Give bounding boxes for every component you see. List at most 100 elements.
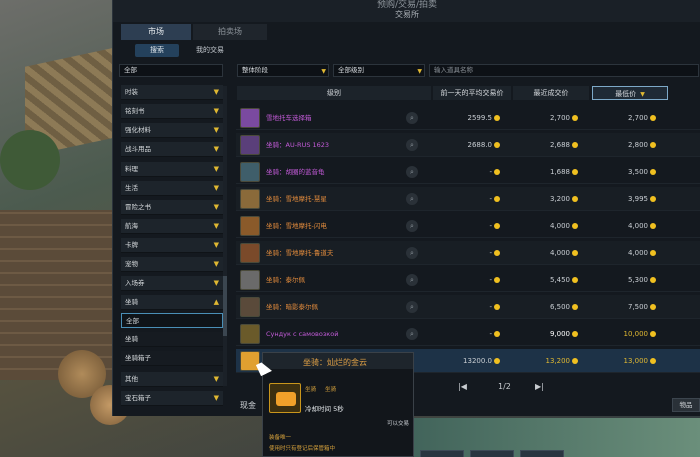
magnify-icon[interactable]: ⌕ xyxy=(406,301,418,313)
sidebar-item-label: 战斗用品 xyxy=(125,145,151,153)
recent-price: 2,688 xyxy=(549,141,570,149)
item-tooltip: 坐骑：灿烂的金云 坐骑 坐骑 冷却时间 5秒 可以交易 装备唯一 使用时只有登记… xyxy=(262,352,414,457)
avg-price-cell: 13200.0 xyxy=(428,349,500,373)
bottom-button-1[interactable] xyxy=(420,450,464,457)
sidebar-item-label: 其他 xyxy=(125,375,138,383)
lowest-price: 2,800 xyxy=(627,141,648,149)
gold-coin-icon xyxy=(572,250,578,256)
category-scrollbar[interactable] xyxy=(223,86,227,386)
avg-price-cell: 2599.5 xyxy=(428,106,500,130)
sidebar-item-11[interactable]: 坐骑 ▲ xyxy=(121,295,223,310)
magnify-icon[interactable]: ⌕ xyxy=(406,328,418,340)
sidebar-item-3[interactable]: 战斗用品 ▼ xyxy=(121,142,223,157)
lowest-price: 5,300 xyxy=(627,276,648,284)
tab-market[interactable]: 市场 xyxy=(121,24,191,40)
item-name: 坐骑：雪地摩托-闪电 xyxy=(266,222,327,230)
gold-coin-icon xyxy=(494,223,500,229)
magnify-icon[interactable]: ⌕ xyxy=(406,166,418,178)
table-row[interactable]: 坐骑：泰尔佩 ⌕ - 5,450 5,300 xyxy=(236,268,700,292)
item-icon xyxy=(240,243,260,263)
table-row[interactable]: 坐骑：雪地摩托-鲁道夫 ⌕ - 4,000 4,000 xyxy=(236,241,700,265)
gold-cloud-icon xyxy=(269,383,301,413)
lowest-price: 13,000 xyxy=(623,357,649,365)
avg-price-cell: - xyxy=(428,322,500,346)
sidebar-item-6[interactable]: 冒险之书 ▼ xyxy=(121,200,223,215)
sidebar-item-9[interactable]: 宠物 ▼ xyxy=(121,257,223,272)
chevron-down-icon: ▼ xyxy=(213,394,219,402)
sidebar-item-15[interactable]: 其他 ▼ xyxy=(121,372,223,387)
lowest-price: 10,000 xyxy=(623,330,649,338)
subtab-my-trades[interactable]: 我的交易 xyxy=(185,44,235,57)
background-building xyxy=(0,210,115,380)
sidebar-item-8[interactable]: 卡牌 ▼ xyxy=(121,238,223,253)
table-row[interactable]: 坐骑：暗影泰尔佩 ⌕ - 6,500 7,500 xyxy=(236,295,700,319)
sidebar-item-16[interactable]: 宝石箱子 ▼ xyxy=(121,391,223,406)
gold-coin-icon xyxy=(572,358,578,364)
sidebar-item-0[interactable]: 时装 ▼ xyxy=(121,85,223,100)
magnify-icon[interactable]: ⌕ xyxy=(406,112,418,124)
sidebar-item-label: 宠物 xyxy=(125,260,138,268)
table-row[interactable]: 坐骑：雪地摩托-慧星 ⌕ - 3,200 3,995 xyxy=(236,187,700,211)
tab-auction[interactable]: 拍卖场 xyxy=(193,24,267,40)
recent-price-cell: 9,000 xyxy=(506,322,578,346)
sidebar-item-label: 料理 xyxy=(125,165,138,173)
table-row[interactable]: 雪地托车选择箱 ⌕ 2599.5 2,700 2,700 xyxy=(236,106,700,130)
sidebar-item-14[interactable]: 坐骑箱子 xyxy=(121,351,223,366)
column-avg-price[interactable]: 前一天的平均交易价 xyxy=(433,86,511,100)
avg-price: 13200.0 xyxy=(463,357,492,365)
chevron-down-icon: ▼ xyxy=(213,260,219,268)
bottom-button-3[interactable] xyxy=(520,450,564,457)
table-row[interactable]: 坐骑：AU-RUS 1623 ⌕ 2688.0 2,688 2,800 xyxy=(236,133,700,157)
chevron-down-icon: ▼ xyxy=(213,241,219,249)
column-avg-label: 前一天的平均交易价 xyxy=(440,89,504,97)
item-icon xyxy=(240,324,260,344)
column-lowest-price[interactable]: 最低价 ▼ xyxy=(592,86,668,100)
page-prev-button[interactable]: |◀ xyxy=(458,382,467,391)
page-next-button[interactable]: ▶| xyxy=(535,382,544,391)
tier-filter[interactable]: 整体阶段 ▼ xyxy=(237,64,329,77)
sidebar-item-label: 坐骑箱子 xyxy=(125,354,151,362)
sidebar-item-label: 航海 xyxy=(125,222,138,230)
avg-price-cell: - xyxy=(428,295,500,319)
magnify-icon[interactable]: ⌕ xyxy=(406,193,418,205)
table-row[interactable]: 坐骑：胡圈的蓝音龟 ⌕ - 1,688 3,500 xyxy=(236,160,700,184)
chevron-down-icon: ▼ xyxy=(213,126,219,134)
column-grade[interactable]: 级别 xyxy=(237,86,431,100)
grade-filter[interactable]: 全部级别 ▼ xyxy=(333,64,425,77)
search-placeholder: 输入道具名称 xyxy=(434,66,473,74)
table-row[interactable]: Сундук с самовозкой ⌕ - 9,000 10,000 xyxy=(236,322,700,346)
magnify-icon[interactable]: ⌕ xyxy=(406,274,418,286)
magnify-icon[interactable]: ⌕ xyxy=(406,220,418,232)
sidebar-item-13[interactable]: 坐骑 xyxy=(121,332,223,347)
gold-coin-icon xyxy=(494,169,500,175)
sidebar-item-5[interactable]: 生活 ▼ xyxy=(121,181,223,196)
avg-price-cell: - xyxy=(428,160,500,184)
sidebar-item-7[interactable]: 航海 ▼ xyxy=(121,219,223,234)
item-icon xyxy=(240,216,260,236)
chevron-down-icon: ▼ xyxy=(213,203,219,211)
magnify-icon[interactable]: ⌕ xyxy=(406,139,418,151)
items-button[interactable]: 物品 xyxy=(672,398,700,412)
sidebar-item-4[interactable]: 料理 ▼ xyxy=(121,162,223,177)
bottom-button-2[interactable] xyxy=(470,450,514,457)
sidebar-item-10[interactable]: 入场券 ▼ xyxy=(121,276,223,291)
sidebar-item-12[interactable]: 全部 xyxy=(121,313,223,328)
search-input[interactable]: 输入道具名称 xyxy=(429,64,699,77)
column-lowest-label: 最低价 xyxy=(615,90,637,98)
column-recent-price[interactable]: 最近成交价 xyxy=(513,86,589,100)
table-row[interactable]: 坐骑：雪地摩托-闪电 ⌕ - 4,000 4,000 xyxy=(236,214,700,238)
item-icon xyxy=(240,297,260,317)
recent-price: 9,000 xyxy=(549,330,570,338)
chevron-down-icon: ▼ xyxy=(213,375,219,383)
tooltip-title: 坐骑：灿烂的金云 xyxy=(303,358,367,367)
sidebar-item-2[interactable]: 强化材料 ▼ xyxy=(121,123,223,138)
magnify-icon[interactable]: ⌕ xyxy=(406,247,418,259)
chevron-down-icon: ▼ xyxy=(213,88,219,96)
recent-price: 1,688 xyxy=(549,168,570,176)
window-header: 预购/交易/拍卖 交易所 xyxy=(113,0,700,22)
lowest-price: 3,500 xyxy=(627,168,648,176)
subtab-search[interactable]: 搜索 xyxy=(135,44,179,57)
scrollbar-thumb[interactable] xyxy=(223,276,227,336)
sidebar-item-1[interactable]: 铭刻书 ▼ xyxy=(121,104,223,119)
gold-coin-icon xyxy=(650,223,656,229)
